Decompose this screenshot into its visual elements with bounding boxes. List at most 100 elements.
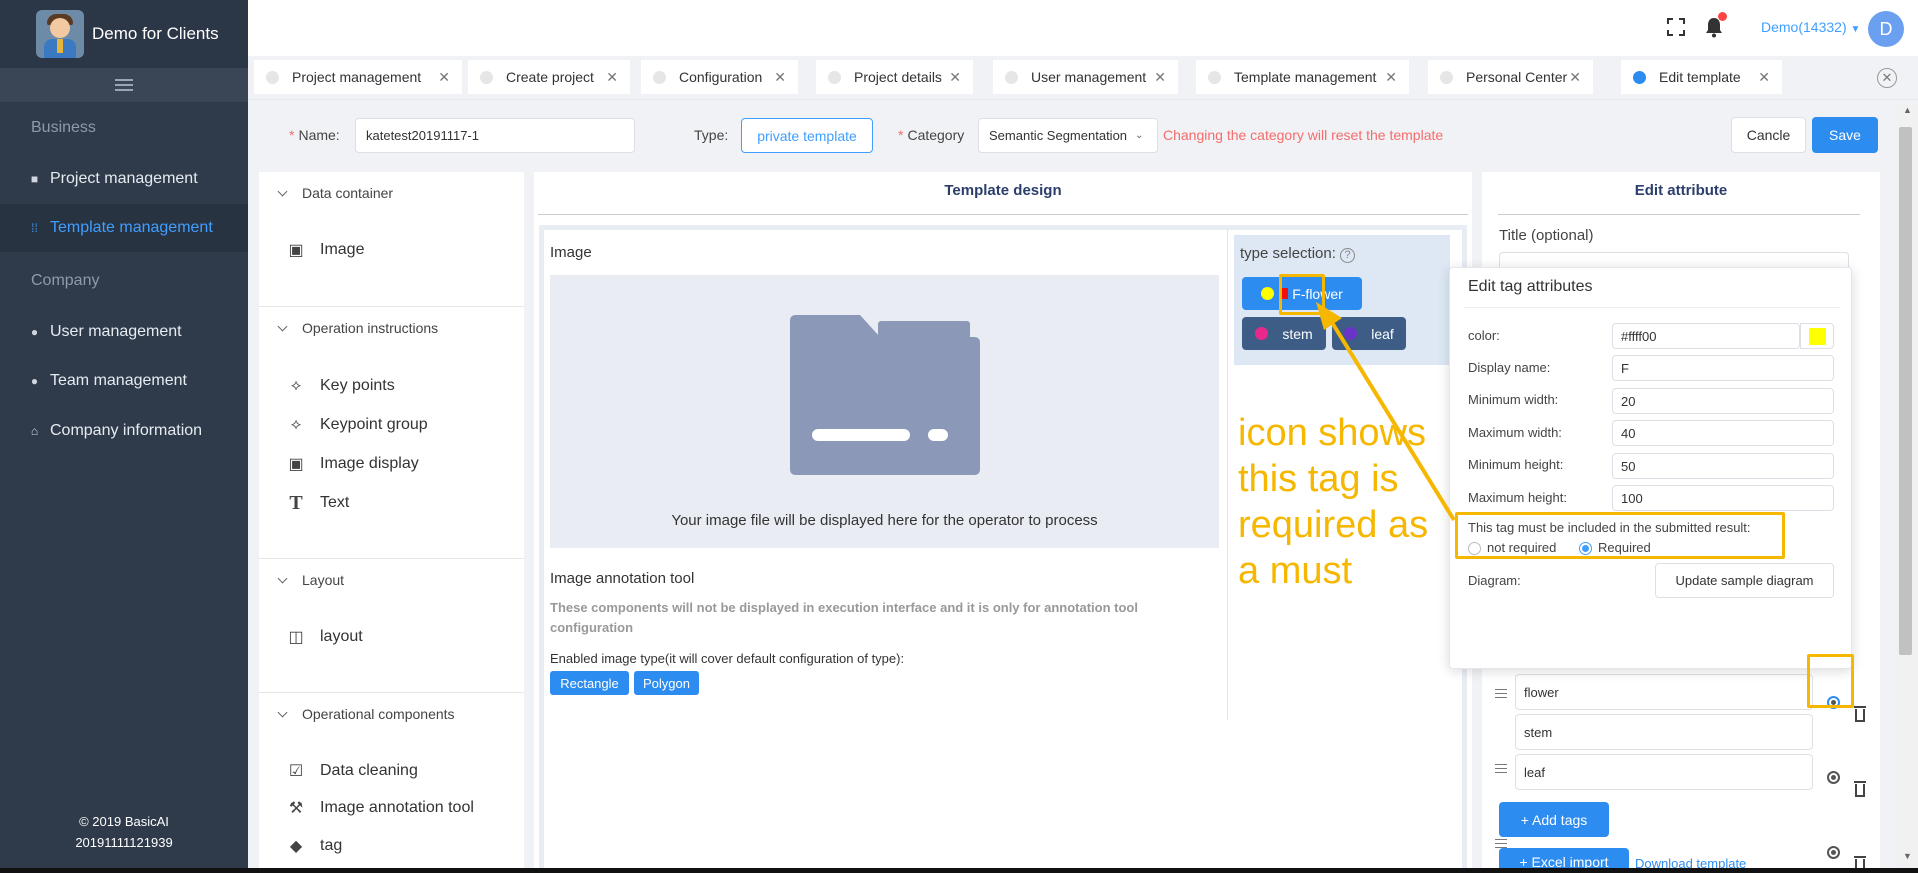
edit-tag-attributes-popup: Edit tag attributes color: #ffff00 Displ… — [1449, 267, 1852, 669]
brand-title: Demo for Clients — [92, 24, 219, 43]
component-key-points[interactable]: ⟡ Key points — [286, 377, 395, 395]
add-tags-button[interactable]: + Add tags — [1499, 802, 1609, 837]
min-width-input[interactable]: 20 — [1612, 388, 1834, 414]
sidebar: Demo for Clients Business ■ Project manag… — [0, 0, 248, 873]
sidebar-item-company-information[interactable]: ⌂ Company information — [0, 407, 248, 455]
folder-icon — [790, 315, 980, 475]
tab-status-dot — [266, 70, 279, 84]
image-icon: ▣ — [288, 242, 304, 259]
close-icon[interactable]: ✕ — [438, 69, 450, 86]
keypoint-group-icon: ⟡ — [290, 416, 302, 433]
tag-input-flower[interactable]: flower — [1515, 674, 1813, 710]
trash-icon[interactable] — [1854, 706, 1866, 722]
caret-down-icon: ▼ — [1850, 24, 1861, 35]
category-select[interactable]: Semantic Segmentation ⌄ — [978, 118, 1158, 153]
sidebar-item-template-management[interactable]: ⁞⁞ Template management — [0, 204, 248, 252]
type-button[interactable]: private template — [741, 118, 873, 153]
close-icon[interactable]: ✕ — [949, 69, 961, 86]
drag-handle-icon[interactable] — [1495, 839, 1507, 848]
image-icon: ▣ — [288, 456, 304, 473]
tab-create-project[interactable]: Create project ✕ — [468, 60, 630, 94]
component-layout[interactable]: ◫ layout — [286, 628, 362, 646]
close-all-tabs-button[interactable]: ✕ — [1877, 68, 1897, 88]
min-height-input[interactable]: 50 — [1612, 453, 1834, 479]
notification-badge — [1718, 12, 1727, 21]
tab-personal-center[interactable]: Personal Center ✕ — [1428, 60, 1593, 94]
save-button[interactable]: Save — [1812, 117, 1878, 153]
trash-icon[interactable] — [1854, 781, 1866, 797]
display-name-label: Display name: — [1468, 360, 1551, 375]
brand-header: Demo for Clients — [0, 0, 248, 68]
drag-handle-icon[interactable] — [1495, 689, 1507, 698]
group-data-container[interactable]: Data container — [277, 185, 393, 201]
sidebar-item-project-management[interactable]: ■ Project management — [0, 155, 248, 203]
component-tag[interactable]: ◆ tag — [286, 837, 342, 855]
category-label: * Category — [898, 127, 965, 143]
home-icon: ⌂ — [30, 423, 39, 438]
tag-input-stem[interactable]: stem — [1515, 714, 1813, 750]
close-icon[interactable]: ✕ — [1569, 69, 1581, 86]
color-input[interactable]: #ffff00 — [1612, 323, 1800, 349]
keypoint-icon: ⟡ — [290, 377, 302, 394]
users-icon: ● — [30, 324, 39, 339]
menu-toggle-button[interactable] — [0, 68, 248, 102]
tag-icon: ◆ — [289, 838, 303, 855]
component-keypoint-group[interactable]: ⟡ Keypoint group — [286, 416, 428, 434]
help-icon[interactable]: ? — [1340, 248, 1356, 263]
close-icon[interactable]: ✕ — [1758, 69, 1770, 86]
checkbox-icon: ☑ — [288, 763, 304, 780]
gear-icon[interactable] — [1827, 771, 1840, 784]
scrollbar[interactable]: ▲ ▼ — [1897, 105, 1918, 873]
template-design-title: Template design — [944, 182, 1062, 199]
account-menu[interactable]: Demo(14332) ▼ — [1761, 19, 1860, 35]
section-company: Company — [31, 272, 100, 289]
gear-icon[interactable] — [1827, 846, 1840, 859]
tab-status-dot — [480, 70, 493, 84]
grid-icon: ⁞⁞ — [31, 220, 38, 235]
sidebar-item-team-management[interactable]: ● Team management — [0, 357, 248, 405]
tab-user-management[interactable]: User management ✕ — [993, 60, 1178, 94]
tab-edit-template[interactable]: Edit template ✕ — [1621, 60, 1782, 94]
close-icon[interactable]: ✕ — [774, 69, 786, 86]
group-operation-instructions[interactable]: Operation instructions — [277, 320, 438, 336]
max-width-input[interactable]: 40 — [1612, 420, 1834, 446]
update-sample-diagram-button[interactable]: Update sample diagram — [1655, 563, 1834, 598]
display-name-input[interactable]: F — [1612, 355, 1834, 381]
component-text[interactable]: T Text — [286, 492, 349, 514]
group-operational-components[interactable]: Operational components — [277, 706, 455, 722]
cancel-button[interactable]: Cancle — [1731, 117, 1806, 153]
type-polygon-button[interactable]: Polygon — [634, 671, 699, 695]
tag-color-dot — [1261, 287, 1275, 300]
tab-status-dot — [1208, 70, 1221, 84]
component-image-display[interactable]: ▣ Image display — [286, 455, 418, 473]
fullscreen-icon[interactable] — [1666, 17, 1686, 37]
highlight-box-gear — [1807, 654, 1854, 708]
close-icon[interactable]: ✕ — [1385, 69, 1397, 86]
min-height-label: Minimum height: — [1468, 457, 1564, 472]
color-swatch[interactable] — [1800, 323, 1834, 349]
tab-project-details[interactable]: Project details ✕ — [816, 60, 973, 94]
max-height-input[interactable]: 100 — [1612, 485, 1834, 511]
sidebar-item-user-management[interactable]: ● User management — [0, 308, 248, 356]
close-icon[interactable]: ✕ — [606, 69, 618, 86]
color-swatch-fill — [1808, 327, 1826, 345]
group-layout[interactable]: Layout — [277, 572, 344, 588]
tab-configuration[interactable]: Configuration ✕ — [641, 60, 798, 94]
template-name-input[interactable]: katetest20191117-1 — [355, 118, 635, 153]
type-rectangle-button[interactable]: Rectangle — [550, 671, 629, 695]
component-image-annotation-tool[interactable]: ⚒ Image annotation tool — [286, 799, 474, 817]
component-data-cleaning[interactable]: ☑ Data cleaning — [286, 762, 418, 780]
build-number: 20191111121939 — [75, 835, 173, 850]
edit-attribute-title: Edit attribute — [1634, 182, 1728, 199]
type-selection-label: type selection: ? — [1240, 245, 1356, 263]
close-icon[interactable]: ✕ — [1154, 69, 1166, 86]
drag-handle-icon[interactable] — [1495, 764, 1507, 773]
tab-template-management[interactable]: Template management ✕ — [1196, 60, 1409, 94]
user-avatar[interactable]: D — [1868, 11, 1904, 47]
sidebar-footer: © 2019 BasicAI 20191111121939 — [0, 811, 248, 853]
tag-input-leaf[interactable]: leaf — [1515, 754, 1813, 790]
component-image[interactable]: ▣ Image — [286, 241, 364, 259]
team-icon: ● — [30, 373, 39, 388]
type-label: Type: — [694, 127, 729, 143]
tab-project-management[interactable]: Project management ✕ — [254, 60, 462, 94]
